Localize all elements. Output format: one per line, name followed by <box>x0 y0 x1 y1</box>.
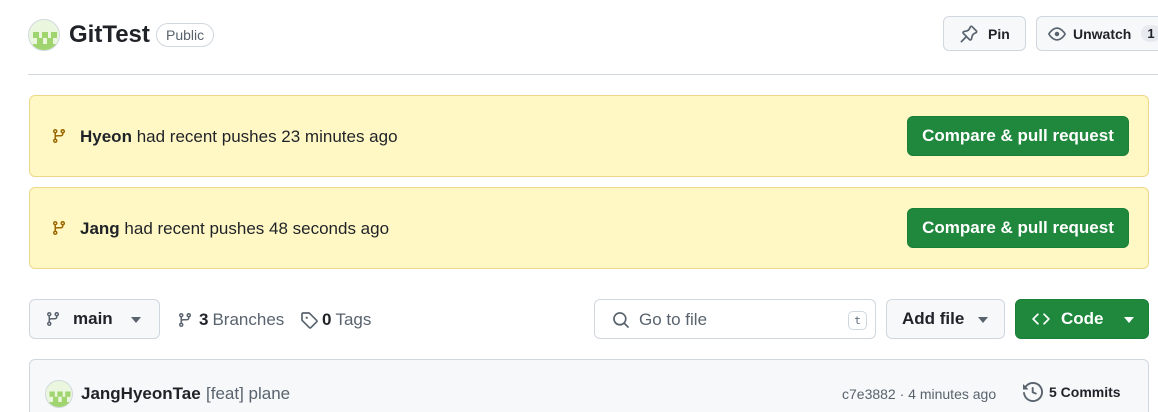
branch-selector[interactable]: main <box>29 299 160 339</box>
search-input[interactable] <box>639 308 829 332</box>
commit-hash-and-time[interactable]: c7e3882 · 4 minutes ago <box>842 385 996 403</box>
watch-count: 1 <box>1141 25 1158 42</box>
visibility-badge: Public <box>156 23 215 47</box>
compare-pull-request-button[interactable]: Compare & pull request <box>907 208 1129 248</box>
git-branch-icon <box>52 129 65 144</box>
repo-owner-avatar[interactable] <box>28 19 60 51</box>
commits-history-link[interactable]: 5 Commits <box>1023 382 1121 402</box>
keyboard-shortcut-hint: t <box>848 311 867 330</box>
banner-text: had recent pushes 48 seconds ago <box>119 219 390 238</box>
search-icon <box>613 312 629 328</box>
triangle-down-icon <box>131 317 141 323</box>
banner-username[interactable]: Jang <box>80 219 120 238</box>
latest-commit-row: JangHyeonTae [feat] plane c7e3882 · 4 mi… <box>29 359 1149 412</box>
pin-button[interactable]: Pin <box>943 16 1026 51</box>
banner-username[interactable]: Hyeon <box>80 127 132 146</box>
eye-icon <box>1048 26 1066 41</box>
triangle-down-icon <box>1124 317 1134 323</box>
code-icon <box>1032 313 1050 325</box>
commits-label: 5 Commits <box>1049 384 1121 400</box>
history-icon <box>1023 382 1043 402</box>
code-label: Code <box>1061 309 1104 328</box>
git-branch-icon <box>178 313 191 328</box>
pin-label: Pin <box>988 25 1010 42</box>
compare-pull-request-button[interactable]: Compare & pull request <box>907 116 1129 156</box>
triangle-down-icon <box>978 317 988 323</box>
commit-message-link[interactable]: [feat] plane <box>206 383 290 405</box>
recent-push-banner: Jang had recent pushes 48 seconds ago Co… <box>29 187 1149 269</box>
go-to-file-search[interactable]: t <box>594 299 876 339</box>
banner-message: Jang had recent pushes 48 seconds ago <box>80 218 389 240</box>
banner-text: had recent pushes 23 minutes ago <box>131 127 398 146</box>
header-divider <box>28 74 1158 75</box>
unwatch-label: Unwatch <box>1073 25 1132 42</box>
repo-name-link[interactable]: GitTest <box>69 20 150 50</box>
branches-label: Branches <box>212 310 285 329</box>
unwatch-button[interactable]: Unwatch 1 <box>1036 16 1158 51</box>
recent-push-banner: Hyeon had recent pushes 23 minutes ago C… <box>29 95 1149 177</box>
tag-icon <box>301 312 318 329</box>
banner-message: Hyeon had recent pushes 23 minutes ago <box>80 126 398 148</box>
code-button[interactable]: Code <box>1015 299 1149 339</box>
tags-link[interactable]: 0 Tags <box>300 309 371 331</box>
git-branch-icon <box>46 312 59 327</box>
tags-label: Tags <box>335 310 372 329</box>
add-file-button[interactable]: Add file <box>886 299 1005 339</box>
branches-count: 3 <box>199 310 209 329</box>
pin-icon <box>960 25 978 42</box>
add-file-label: Add file <box>902 309 965 328</box>
avatar[interactable] <box>45 380 73 408</box>
commit-author-link[interactable]: JangHyeonTae <box>81 383 201 405</box>
repo-header: GitTest Public Pin Unwatch 1 <box>0 0 1158 75</box>
branches-link[interactable]: 3 Branches <box>177 309 284 331</box>
branch-name: main <box>73 309 113 328</box>
git-branch-icon <box>52 221 65 236</box>
tags-count: 0 <box>322 310 332 329</box>
